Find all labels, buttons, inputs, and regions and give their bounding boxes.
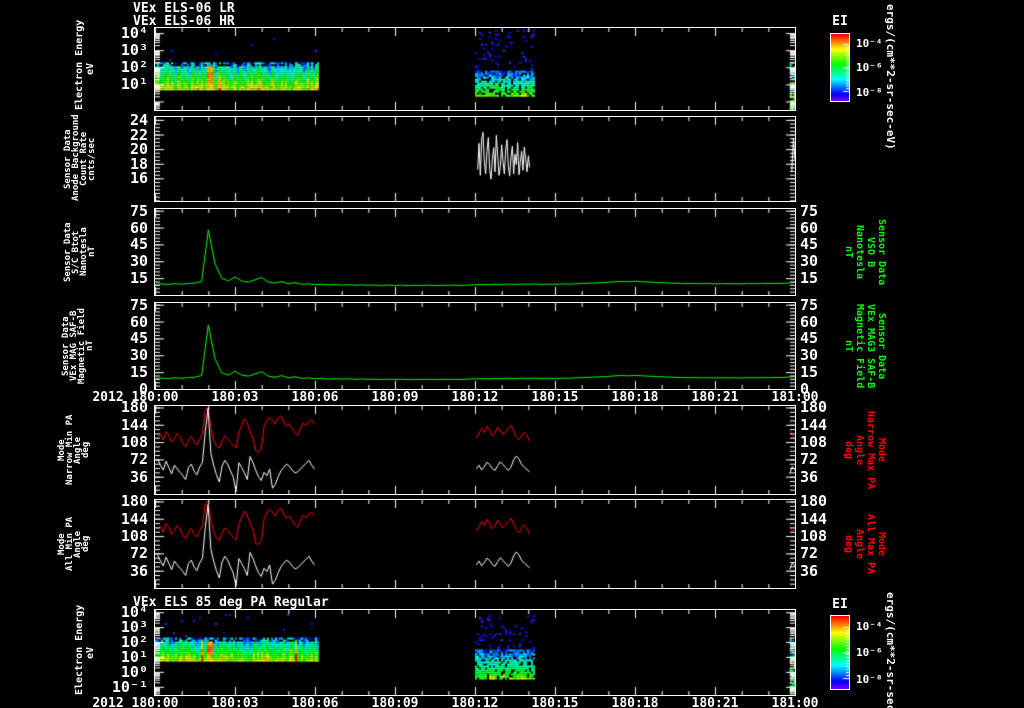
time-tick-middle-180:00: 180:00 (131, 390, 179, 405)
all_pa-ytick-right-36: 36 (800, 561, 819, 580)
vex_mag_saf_b-ytick-left-75: 75 (129, 295, 148, 314)
narrow_pa-ytick-left-36: 36 (129, 467, 148, 486)
panel-els85-canvas (155, 610, 795, 695)
vex_mag_saf_b-ytick-right-45: 45 (800, 329, 819, 348)
vex_mag_saf_b-ytick-left-60: 60 (129, 312, 148, 331)
colorbar-top-title: EI (832, 14, 848, 29)
vex_mag_saf_b-ytick-right-15: 15 (800, 363, 819, 382)
time-tick-bottom-180:09: 180:09 (371, 696, 419, 708)
vex_mag_saf_b-ytick-right-75: 75 (800, 295, 819, 314)
anode_background-ytick-left-24: 24 (129, 110, 148, 129)
panel-btot-box (154, 208, 796, 296)
vex_mag_saf_b-ytick-left-30: 30 (129, 346, 148, 365)
sc_btot-ytick-left-60: 60 (129, 218, 148, 237)
colorbar-top-tick-1: 10⁻⁴ (856, 37, 883, 50)
vex_mag_saf_b-ytick-right-30: 30 (800, 346, 819, 365)
vex_mag_saf_b-ytick-left-15: 15 (129, 363, 148, 382)
all_pa-ytick-left-144: 144 (120, 509, 148, 528)
panel-els85-box (154, 609, 796, 696)
sc_btot-ytick-left-45: 45 (129, 235, 148, 254)
colorbar-top (830, 33, 850, 102)
time-tick-middle-180:09: 180:09 (371, 390, 419, 405)
panel-btot-canvas (155, 209, 795, 295)
panel-mag-box (154, 302, 796, 390)
colorbar-bottom-tick-2: 10⁻⁶ (856, 646, 883, 659)
panel-els06-canvas (155, 28, 795, 110)
vex_mag_saf_b-ytick-right-60: 60 (800, 312, 819, 331)
panel-anode-box (154, 116, 796, 202)
narrow_pa-ytick-left-72: 72 (129, 450, 148, 469)
els06_spectrogram-ytick-10¹: 10¹ (120, 75, 148, 94)
time-tick-bottom-180:18: 180:18 (611, 696, 659, 708)
time-tick-bottom-180:03: 180:03 (211, 696, 259, 708)
els85_spectrogram-ytick-10⁻¹: 10⁻¹ (111, 677, 148, 696)
colorbar-bottom-unit: ergs/(cm**2-sr-sec-eV) (884, 592, 897, 708)
time-tick-bottom-180:06: 180:06 (291, 696, 339, 708)
narrow_pa-ytick-right-36: 36 (800, 467, 819, 486)
colorbar-bottom-tick-1: 10⁻⁴ (856, 620, 883, 633)
sc_btot-ytick-left-75: 75 (129, 201, 148, 220)
els06_spectrogram-ytick-10²: 10² (120, 58, 148, 77)
time-tick-middle-180:15: 180:15 (531, 390, 579, 405)
colorbar-bottom-title: EI (832, 597, 848, 612)
panel-narrow-pa-canvas (155, 406, 795, 494)
time-tick-bottom-180:12: 180:12 (451, 696, 499, 708)
panel-els06-box (154, 27, 796, 111)
all-pa-ylabel: Mode All Min PA Angle deg (57, 516, 91, 572)
time-tick-middle-180:12: 180:12 (451, 390, 499, 405)
all_pa-ytick-left-180: 180 (120, 492, 148, 511)
colorbar-bottom (830, 615, 850, 690)
time-tick-middle-180:21: 180:21 (691, 390, 739, 405)
colorbar-top-tick-3: 10⁻⁸ (856, 86, 883, 99)
all_pa-ytick-right-108: 108 (800, 527, 828, 546)
sc_btot-ytick-right-45: 45 (800, 235, 819, 254)
narrow_pa-ytick-right-144: 144 (800, 415, 828, 434)
sc_btot-ytick-right-30: 30 (800, 252, 819, 271)
sc_btot-ytick-left-30: 30 (129, 252, 148, 271)
all_pa-ytick-right-72: 72 (800, 544, 819, 563)
time-tick-middle-180:06: 180:06 (291, 390, 339, 405)
colorbar-bottom-tick-3: 10⁻⁸ (856, 673, 883, 686)
plot-screen: VEx ELS-06 LR VEx ELS-06 HR VEx ELS 85 d… (0, 0, 1024, 708)
vex_mag_saf_b-ytick-left-45: 45 (129, 329, 148, 348)
colorbar-top-unit: ergs/(cm**2-sr-sec-eV) (884, 4, 897, 150)
narrow_pa-ytick-right-72: 72 (800, 450, 819, 469)
panel-anode-canvas (155, 117, 795, 201)
time-tick-bottom-180:00: 180:00 (131, 696, 179, 708)
time-tick-bottom-180:21: 180:21 (691, 696, 739, 708)
panel-all-pa-box (154, 499, 796, 589)
time-tick-bottom-180:15: 180:15 (531, 696, 579, 708)
mag-ylabel: Sensor Data VEx MAG SAF-B Magnetic Field… (61, 308, 95, 384)
panel-mag-canvas (155, 303, 795, 389)
all_pa-ytick-left-108: 108 (120, 527, 148, 546)
narrow_pa-ytick-left-144: 144 (120, 415, 148, 434)
time-tick-bottom-181:00: 181:00 (771, 696, 819, 708)
els06_spectrogram-ytick-10⁴: 10⁴ (120, 24, 148, 43)
sc_btot-ytick-right-60: 60 (800, 218, 819, 237)
all_pa-ytick-left-72: 72 (129, 544, 148, 563)
narrow_pa-ytick-right-108: 108 (800, 433, 828, 452)
sc_btot-ytick-left-15: 15 (129, 269, 148, 288)
panel-narrow-pa-box (154, 405, 796, 495)
sc_btot-ytick-right-75: 75 (800, 201, 819, 220)
panel-els85-title: VEx ELS 85 deg PA Regular (133, 595, 329, 610)
all_pa-ytick-right-180: 180 (800, 492, 828, 511)
time-tick-middle-181:00: 181:00 (771, 390, 819, 405)
els06_spectrogram-ytick-10³: 10³ (120, 41, 148, 60)
sc_btot-ytick-right-15: 15 (800, 269, 819, 288)
narrow-pa-ylabel: Mode Narrow Min PA Angle deg (57, 414, 91, 486)
time-tick-middle-180:03: 180:03 (211, 390, 259, 405)
narrow_pa-ytick-left-108: 108 (120, 433, 148, 452)
panel-all-pa-canvas (155, 500, 795, 588)
all_pa-ytick-left-36: 36 (129, 561, 148, 580)
colorbar-top-tick-2: 10⁻⁶ (856, 61, 883, 74)
time-tick-middle-180:18: 180:18 (611, 390, 659, 405)
all_pa-ytick-right-144: 144 (800, 509, 828, 528)
